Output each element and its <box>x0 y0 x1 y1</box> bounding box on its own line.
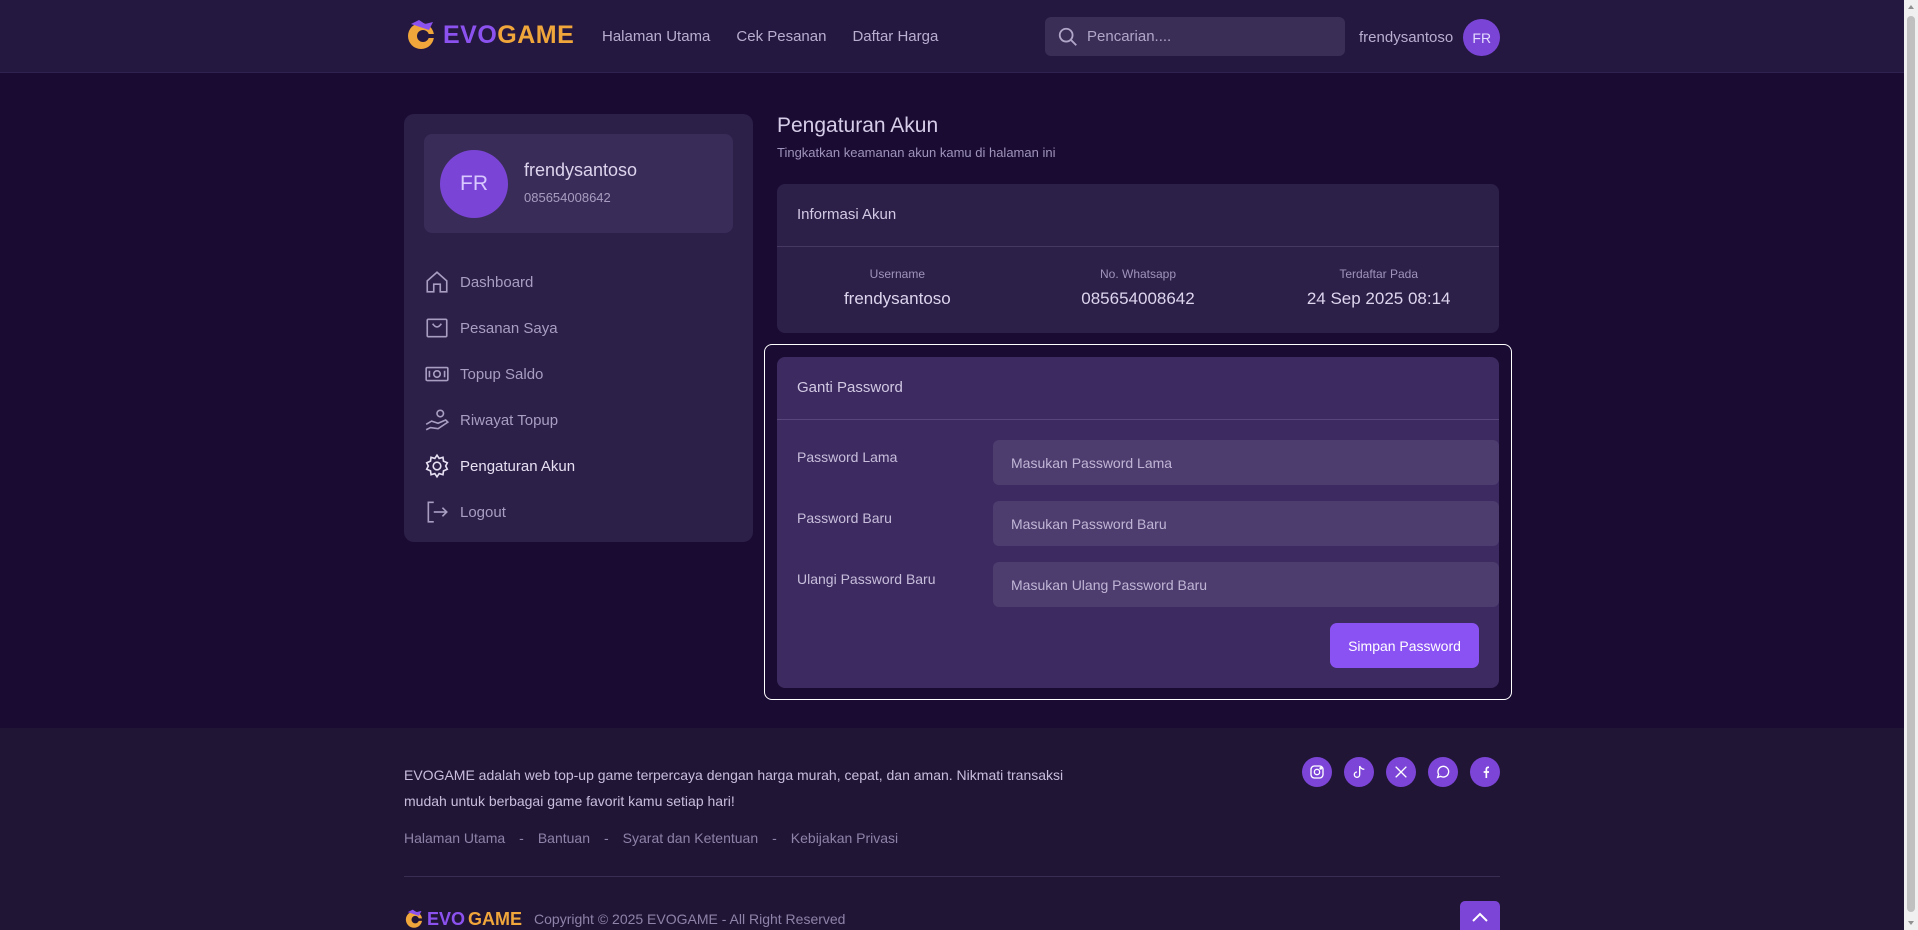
info-value: 085654008642 <box>1081 289 1195 308</box>
profile-name: frendysantoso <box>524 160 638 180</box>
brand-part2: GAME <box>468 908 523 929</box>
sidebar-item-label: Logout <box>460 503 506 521</box>
hand-coins-icon <box>425 409 450 431</box>
search-bar <box>1045 17 1345 56</box>
info-registered: Terdaftar Pada 24 Sep 2025 08:14 <box>1258 267 1499 309</box>
save-password-button[interactable]: Simpan Password <box>1330 623 1479 668</box>
footer-separator: - <box>604 830 609 846</box>
footer: EVOGAME adalah web top-up game terpercay… <box>0 728 1904 930</box>
info-whatsapp: No. Whatsapp 085654008642 <box>1018 267 1259 309</box>
sidebar-item-label: Riwayat Topup <box>460 411 559 429</box>
scrollbar[interactable] <box>1904 0 1918 930</box>
scroll-down-arrow-icon[interactable] <box>1907 919 1915 927</box>
sidebar-item-logout[interactable]: Logout <box>424 489 733 535</box>
form-row-new-password: Password Baru <box>797 501 1499 547</box>
shopping-bag-icon <box>426 318 448 338</box>
copyright-text: Copyright © 2025 EVOGAME - All Right Res… <box>534 911 846 927</box>
brand-part1: EVO <box>443 20 498 49</box>
old-password-label: Password Lama <box>797 449 898 465</box>
info-label: No. Whatsapp <box>1099 267 1177 281</box>
confirm-password-field[interactable] <box>993 562 1499 607</box>
logo-icon <box>405 909 424 928</box>
profile-avatar: FR <box>440 150 508 218</box>
footer-link-bantuan[interactable]: Bantuan <box>538 830 590 846</box>
sidebar-item-label: Pengaturan Akun <box>460 457 576 475</box>
logout-icon <box>427 501 448 523</box>
scrollbar-thumb[interactable] <box>1907 16 1915 912</box>
nav-username: frendysantoso <box>1359 29 1454 46</box>
sidebar-item-pengaturan-akun[interactable]: Pengaturan Akun <box>424 443 733 489</box>
page-title: Pengaturan Akun <box>777 114 939 137</box>
change-password-card: Ganti Password Password Lama Password Ba… <box>777 357 1499 688</box>
footer-link-privasi[interactable]: Kebijakan Privasi <box>791 830 898 846</box>
brand-part1: EVO <box>427 908 466 929</box>
brand-part2: GAME <box>497 20 575 49</box>
info-value: frendysantoso <box>843 289 951 308</box>
form-row-old-password: Password Lama <box>797 440 1499 486</box>
sidebar-item-riwayat-topup[interactable]: Riwayat Topup <box>424 397 733 443</box>
old-password-field[interactable] <box>993 440 1499 485</box>
brand-logo[interactable]: EVOGAME <box>405 18 574 52</box>
search-input[interactable] <box>1087 28 1327 45</box>
footer-separator: - <box>772 830 777 846</box>
social-links <box>1302 757 1500 787</box>
home-icon <box>426 271 448 293</box>
page-subtitle: Tingkatkan keamanan akun kamu di halaman… <box>777 145 1056 160</box>
sidebar-item-dashboard[interactable]: Dashboard <box>424 259 733 305</box>
sidebar-menu: Dashboard Pesanan Saya Topup Saldo Riway… <box>424 259 733 535</box>
info-label: Username <box>869 267 926 281</box>
form-row-confirm-password: Ulangi Password Baru <box>797 562 1499 608</box>
whatsapp-icon[interactable] <box>1428 757 1458 787</box>
nav-link-daftar-harga[interactable]: Daftar Harga <box>852 28 938 45</box>
money-icon <box>425 366 449 382</box>
instagram-icon[interactable] <box>1302 757 1332 787</box>
sidebar-item-topup-saldo[interactable]: Topup Saldo <box>424 351 733 397</box>
footer-bottom: EVO GAME Copyright © 2025 EVOGAME - All R… <box>404 908 845 930</box>
info-value: 24 Sep 2025 08:14 <box>1306 289 1451 308</box>
footer-link-syarat[interactable]: Syarat dan Ketentuan <box>623 830 758 846</box>
new-password-label: Password Baru <box>797 510 892 526</box>
sidebar-item-pesanan-saya[interactable]: Pesanan Saya <box>424 305 733 351</box>
footer-logo[interactable]: EVO GAME <box>404 908 522 930</box>
info-username: Username frendysantoso <box>777 267 1018 309</box>
facebook-icon[interactable] <box>1470 757 1500 787</box>
gear-icon <box>425 453 449 479</box>
account-info-card: Informasi Akun Username frendysantoso No… <box>777 184 1499 333</box>
tiktok-icon[interactable] <box>1344 757 1374 787</box>
nav-link-cek-pesanan[interactable]: Cek Pesanan <box>736 28 826 45</box>
nav-links: Halaman Utama Cek Pesanan Daftar Harga <box>602 28 938 45</box>
account-info-header: Informasi Akun <box>777 184 1499 247</box>
sidebar: FR frendysantoso 085654008642 Dashboard … <box>404 114 753 542</box>
avatar[interactable]: FR <box>1463 19 1501 56</box>
user-menu[interactable]: frendysantoso FR <box>1359 19 1501 56</box>
x-icon[interactable] <box>1386 757 1416 787</box>
scroll-to-top-button[interactable] <box>1460 901 1500 930</box>
logo-icon <box>408 20 437 49</box>
footer-links: Halaman Utama - Bantuan - Syarat dan Ket… <box>404 830 898 846</box>
footer-link-halaman-utama[interactable]: Halaman Utama <box>404 830 505 846</box>
new-password-field[interactable] <box>993 501 1499 546</box>
footer-description: EVOGAME adalah web top-up game terpercay… <box>404 767 1064 809</box>
footer-divider <box>404 876 1500 877</box>
search-icon <box>1058 27 1077 46</box>
profile-card: FR frendysantoso 085654008642 <box>424 134 733 233</box>
info-label: Terdaftar Pada <box>1339 267 1419 281</box>
change-password-header: Ganti Password <box>777 357 1499 420</box>
chevron-up-icon <box>1472 912 1488 922</box>
nav-link-halaman-utama[interactable]: Halaman Utama <box>602 28 710 45</box>
top-navbar: EVOGAME Halaman Utama Cek Pesanan Daftar… <box>0 0 1904 73</box>
sidebar-item-label: Topup Saldo <box>460 365 544 383</box>
scroll-up-arrow-icon[interactable] <box>1907 3 1915 11</box>
sidebar-item-label: Dashboard <box>460 273 534 291</box>
sidebar-item-label: Pesanan Saya <box>460 319 558 337</box>
confirm-password-label: Ulangi Password Baru <box>797 571 936 587</box>
footer-separator: - <box>519 830 524 846</box>
profile-phone: 085654008642 <box>524 190 611 205</box>
